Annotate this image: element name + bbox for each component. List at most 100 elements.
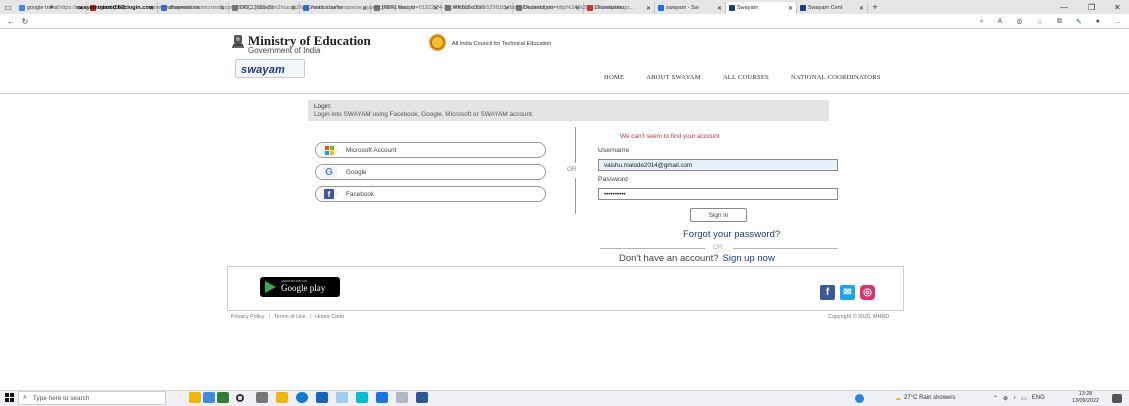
sign-in-button[interactable]: Sign in bbox=[690, 208, 747, 222]
nav-item-about-swayam[interactable]: ABOUT SWAYAM bbox=[646, 74, 701, 81]
taskbar-app-explorer[interactable] bbox=[189, 392, 201, 403]
microsoft-logo-icon bbox=[320, 144, 338, 156]
nav-item-national-coordinators[interactable]: NATIONAL COORDINATORS bbox=[791, 74, 881, 81]
screen: ▭ google transl ✕ Inbox (346) - ✕ dharwate n… bbox=[0, 0, 1129, 406]
lock-icon: 🔒︎ bbox=[50, 4, 54, 10]
taskbar bbox=[0, 390, 1129, 406]
task-view-icon[interactable] bbox=[236, 394, 244, 402]
swayam-logo-word: swayam bbox=[241, 64, 286, 76]
google-play-icon bbox=[265, 281, 276, 293]
footer-links: Privacy Policy | Terms of Use | Honor Code bbox=[231, 314, 344, 320]
or-separator-line-right bbox=[733, 248, 838, 249]
microsoft-account-label: Microsoft Account bbox=[346, 146, 397, 154]
file-explorer-icon[interactable] bbox=[276, 392, 288, 403]
or-separator: OR bbox=[600, 244, 838, 252]
zoom-icon[interactable]: ⌕ bbox=[980, 18, 984, 26]
weather-widget[interactable]: ☁︎ 27°C Rain showers bbox=[895, 390, 955, 406]
tab-favicon-icon bbox=[19, 5, 25, 11]
footer-link-privacy-policy[interactable]: Privacy Policy bbox=[231, 314, 265, 320]
national-emblem-icon bbox=[232, 35, 244, 48]
store-label: Google play bbox=[281, 283, 326, 293]
forgot-password-link[interactable]: Forgot your password? bbox=[683, 229, 780, 240]
taskbar-search-placeholder: Type here to search bbox=[32, 394, 90, 402]
microsoft-account-button[interactable]: Microsoft Account bbox=[315, 142, 546, 158]
ministry-subtitle: Government of India bbox=[248, 46, 321, 55]
or-separator-label: OR bbox=[713, 244, 723, 251]
main-nav: HOME ABOUT SWAYAM ALL COURSES NATIONAL COOR… bbox=[604, 74, 881, 81]
footer-link-terms-of-use[interactable]: Terms of Use bbox=[274, 314, 306, 320]
clock-time: 13:28 bbox=[1078, 391, 1093, 397]
taskbar-app-6[interactable] bbox=[396, 392, 408, 403]
signup-row: Don't have an account? Sign up now bbox=[619, 253, 775, 264]
edge-icon[interactable] bbox=[296, 392, 308, 403]
more-menu-icon[interactable]: … bbox=[1114, 18, 1121, 25]
taskbar-app-5[interactable] bbox=[356, 392, 368, 403]
url-field[interactable]: 🔒︎ https://swayamopenid.b2clogin.com/swa… bbox=[50, 1, 930, 14]
username-label: Username bbox=[598, 147, 630, 154]
tab-actions-icon[interactable]: ▭ bbox=[0, 0, 16, 14]
collections-icon[interactable]: ⧉ bbox=[1057, 18, 1062, 26]
windows-icon[interactable] bbox=[5, 393, 14, 402]
battery-icon[interactable]: ▭ bbox=[1021, 395, 1027, 402]
password-field[interactable]: •••••••••• bbox=[598, 188, 838, 200]
toolbar-icons: ⌕ A ⚙︎ ☆ ⧉ ✎ ● … bbox=[980, 14, 1121, 29]
store-icon[interactable] bbox=[316, 392, 328, 403]
google-play-badge[interactable]: ANDROID APP ON Google play bbox=[260, 277, 340, 297]
taskbar-app-4[interactable] bbox=[336, 392, 348, 403]
weather-text: 27°C Rain showers bbox=[904, 395, 956, 401]
login-heading: Login: bbox=[314, 103, 332, 110]
tray-chevron-icon[interactable]: ⌃ bbox=[993, 395, 998, 402]
google-label: Google bbox=[346, 168, 367, 176]
extensions-icon[interactable]: ⚙︎ bbox=[1016, 18, 1022, 26]
taskbar-search[interactable]: ⌕ Type here to search bbox=[18, 391, 166, 405]
or-divider-label: OR bbox=[567, 164, 577, 175]
error-message: We can't seem to find your account bbox=[620, 133, 720, 140]
close-window-button[interactable]: ✕ bbox=[1114, 0, 1121, 14]
sign-up-link[interactable]: Sign up now bbox=[723, 253, 775, 264]
footer-link-separator: | bbox=[268, 314, 270, 320]
footer-link-separator: | bbox=[309, 314, 312, 320]
clock-date: 13/09/2022 bbox=[1072, 398, 1099, 404]
password-label: Password bbox=[598, 176, 628, 183]
taskbar-clock[interactable]: 13:28 13/09/2022 bbox=[1072, 391, 1099, 405]
facebook-logo-icon[interactable]: f bbox=[820, 285, 835, 300]
profile-icon[interactable]: ● bbox=[1096, 18, 1100, 25]
extension-green-icon[interactable]: ✎ bbox=[1076, 18, 1082, 26]
weather-icon: ☁︎ bbox=[895, 395, 901, 402]
notifications-icon[interactable] bbox=[1112, 394, 1122, 403]
login-header: Login: Login into SWAYAM using Facebook,… bbox=[308, 100, 829, 121]
or-divider-bottom bbox=[575, 178, 576, 214]
facebook-button[interactable]: f Facebook bbox=[315, 186, 546, 202]
mail-icon[interactable] bbox=[376, 392, 388, 403]
language-indicator[interactable]: ENG bbox=[1032, 395, 1045, 401]
security-icon[interactable] bbox=[855, 394, 864, 403]
read-aloud-icon[interactable]: A bbox=[998, 18, 1003, 25]
facebook-label: Facebook bbox=[346, 190, 375, 198]
widgets-icon[interactable] bbox=[256, 392, 268, 403]
aicte-logo-icon bbox=[429, 34, 446, 51]
network-icon[interactable]: ⊕ bbox=[1003, 395, 1008, 402]
back-button[interactable]: ← bbox=[4, 17, 18, 26]
swayam-logo[interactable]: swayam bbox=[235, 59, 305, 78]
system-tray: ⌃ ⊕ ♪ ▭ ENG bbox=[993, 390, 1045, 406]
username-field[interactable]: vaishu.malode2014@gmail.com bbox=[598, 159, 838, 171]
minimize-button[interactable]: — bbox=[1060, 0, 1068, 14]
nav-item-home[interactable]: HOME bbox=[604, 74, 624, 81]
taskbar-app-2[interactable] bbox=[203, 392, 215, 403]
url-domain: swayamopenid.b2clogin.com bbox=[76, 4, 154, 11]
address-bar: ← ↻ bbox=[0, 14, 1129, 29]
volume-icon[interactable]: ♪ bbox=[1013, 395, 1016, 401]
restore-button[interactable]: ❐ bbox=[1088, 0, 1095, 14]
favorites-icon[interactable]: ☆ bbox=[1037, 18, 1043, 26]
facebook-logo-icon: f bbox=[320, 188, 338, 200]
google-button[interactable]: G Google bbox=[315, 164, 546, 180]
login-subheading: Login into SWAYAM using Facebook, Google… bbox=[314, 111, 534, 118]
nav-item-all-courses[interactable]: ALL COURSES bbox=[723, 74, 769, 81]
taskbar-app-3[interactable] bbox=[217, 392, 229, 403]
refresh-button[interactable]: ↻ bbox=[18, 17, 32, 26]
instagram-logo-icon[interactable]: ◎ bbox=[860, 285, 875, 300]
google-logo-icon: G bbox=[320, 166, 338, 178]
footer-link-honor-code[interactable]: Honor Code bbox=[315, 314, 344, 320]
twitter-logo-icon[interactable]: ✉︎ bbox=[840, 285, 855, 300]
word-icon[interactable] bbox=[416, 392, 428, 403]
